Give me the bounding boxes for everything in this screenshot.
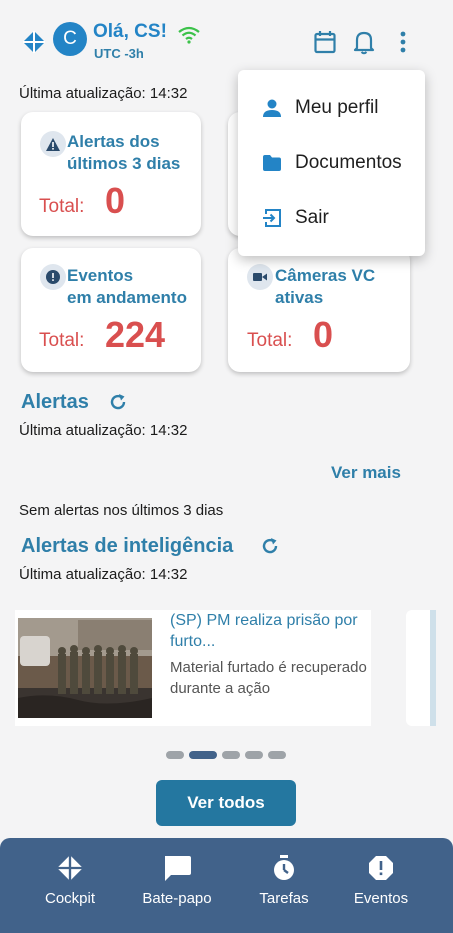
alerts-empty-message: Sem alertas nos últimos 3 dias [19,502,224,519]
news-card-next[interactable] [406,610,436,726]
card-cameras-active[interactable]: Câmeras VC ativas Total: 0 [228,248,410,372]
card-title: Câmeras VC ativas [275,265,375,309]
alerts-title: Alertas [21,391,89,413]
total-value: 0 [105,180,126,221]
bell-icon[interactable] [351,28,377,56]
person-icon [260,96,284,120]
intel-last-update: Última atualização: 14:32 [19,566,188,583]
alerts-last-update: Última atualização: 14:32 [19,422,188,439]
menu-item-logout[interactable]: Sair [238,193,425,243]
card-title-line1: Alertas dos [67,132,160,151]
card-title-line2: ativas [275,288,324,307]
timezone-label: UTC -3h [94,46,144,61]
news-description: Material furtado é recuperado durante a … [170,659,367,697]
summary-last-update: Última atualização: 14:32 [19,85,188,102]
nav-item-events[interactable]: Eventos [336,838,426,933]
carousel-dot[interactable] [268,751,286,759]
menu-item-profile[interactable]: Meu perfil [238,83,425,133]
total-value: 224 [105,314,166,355]
videocam-icon [247,264,273,290]
carousel-dot[interactable] [222,751,240,759]
carousel-dot[interactable] [166,751,184,759]
menu-label: Documentos [295,152,402,173]
avatar[interactable]: C [53,22,87,56]
stopwatch-icon [239,852,329,884]
card-title-line1: Câmeras VC [275,266,376,285]
news-card-next-image [430,610,436,726]
nav-item-chat[interactable]: Bate-papo [132,838,222,933]
logout-icon [260,206,284,230]
warning-icon [40,131,66,157]
card-title: Eventos em andamento [67,265,187,309]
nav-label: Bate-papo [142,890,212,907]
total-value: 0 [313,314,334,355]
card-events-ongoing[interactable]: Eventos em andamento Total: 224 [21,248,201,372]
see-more-link[interactable]: Ver mais [331,463,401,483]
wifi-icon [178,26,200,44]
bottom-nav: Cockpit Bate-papo Tarefas Eventos [0,838,453,933]
folder-icon [260,151,284,175]
calendar-icon[interactable] [312,28,338,56]
total-label: Total: [39,330,85,351]
greeting: Olá, CS! [93,21,167,42]
card-title-line1: Eventos [67,266,134,285]
card-alerts-3-days[interactable]: Alertas dos últimos 3 dias Total: 0 [21,112,201,236]
event-alert-icon [336,852,426,884]
avatar-letter: C [63,28,77,49]
card-title-line2: em andamento [67,288,187,307]
app-logo-icon [22,30,46,54]
chat-icon [132,852,222,884]
nav-item-cockpit[interactable]: Cockpit [25,838,115,933]
carousel-dot[interactable] [245,751,263,759]
cockpit-icon [25,852,115,884]
carousel-dot-active[interactable] [189,751,217,759]
nav-label: Cockpit [44,890,96,907]
intel-title: Alertas de inteligência [21,535,234,557]
more-vert-icon[interactable] [390,28,416,56]
menu-label: Sair [295,207,329,228]
news-title[interactable]: (SP) PM realiza prisão por furto... [170,610,370,652]
overflow-menu: Meu perfil Documentos Sair [238,70,425,256]
nav-label: Eventos [353,890,409,907]
news-image [18,618,152,718]
refresh-icon[interactable] [108,392,130,414]
see-all-button[interactable]: Ver todos [156,780,296,826]
menu-item-documents[interactable]: Documentos [238,138,425,188]
alert-circle-icon [40,264,66,290]
total-label: Total: [39,196,85,217]
nav-label: Tarefas [259,890,309,907]
card-title-line2: últimos 3 dias [67,154,181,173]
refresh-icon[interactable] [260,536,282,558]
card-title: Alertas dos últimos 3 dias [67,131,180,175]
total-label: Total: [247,330,293,351]
menu-label: Meu perfil [295,97,379,118]
nav-item-tasks[interactable]: Tarefas [239,838,329,933]
